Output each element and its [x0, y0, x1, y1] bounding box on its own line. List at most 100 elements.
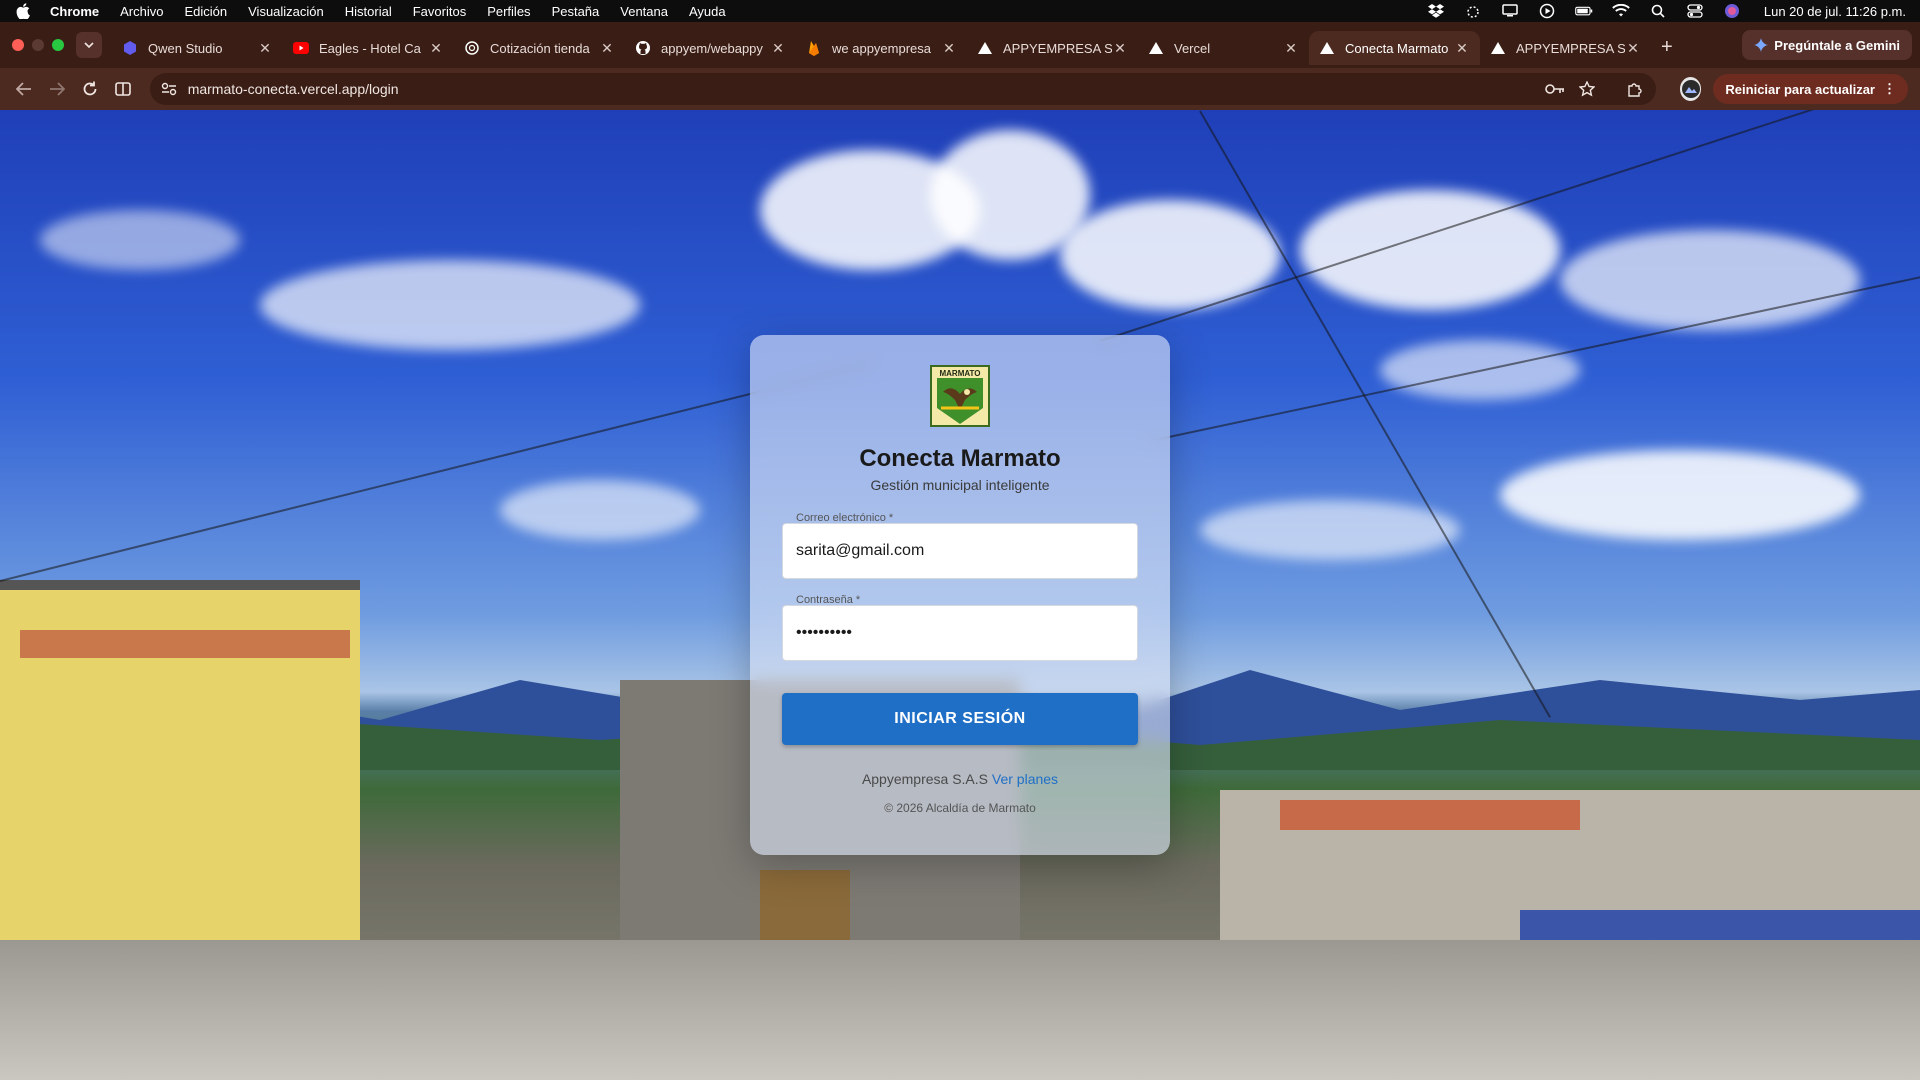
github-icon — [635, 40, 651, 56]
play-icon[interactable] — [1538, 3, 1556, 19]
battery-icon[interactable] — [1575, 4, 1593, 18]
forward-button[interactable] — [45, 75, 70, 103]
siri-icon[interactable] — [1723, 4, 1741, 18]
more-vertical-icon: ⋮ — [1883, 81, 1896, 96]
ask-gemini-button[interactable]: Pregúntale a Gemini — [1742, 30, 1912, 60]
menu-ayuda[interactable]: Ayuda — [689, 4, 726, 19]
close-icon[interactable]: ✕ — [770, 40, 786, 57]
password-key-icon[interactable] — [1544, 78, 1566, 100]
menu-archivo[interactable]: Archivo — [120, 4, 163, 19]
tab-cotizacion-tienda[interactable]: Cotización tienda ✕ — [454, 31, 625, 65]
tab-title: Conecta Marmato — [1345, 40, 1449, 56]
tab-title: APPYEMPRESA S — [1516, 40, 1625, 56]
apple-icon[interactable] — [14, 2, 32, 20]
tab-title: APPYEMPRESA S — [1003, 40, 1112, 56]
password-field: Contraseña * •••••••••• — [782, 594, 1138, 661]
menu-perfiles[interactable]: Perfiles — [487, 4, 530, 19]
vercel-icon — [1490, 40, 1506, 56]
marmato-logo: MARMATO — [930, 365, 990, 427]
qwen-icon — [122, 40, 138, 56]
address-bar[interactable]: marmato-conecta.vercel.app/login — [149, 73, 1657, 105]
dropbox-icon[interactable] — [1427, 4, 1445, 18]
arrow-left-icon — [16, 82, 32, 96]
macos-menubar: Chrome Archivo Edición Visualización His… — [0, 0, 1920, 22]
password-label: Contraseña * — [796, 594, 861, 606]
side-panel-button[interactable] — [111, 75, 136, 103]
tab-title: appyem/webappy — [661, 40, 763, 56]
close-icon[interactable]: ✕ — [1625, 40, 1641, 57]
menubar-clock[interactable]: Lun 20 de jul. 11:26 p.m. — [1764, 4, 1906, 19]
close-icon[interactable]: ✕ — [599, 40, 615, 57]
menu-edicion[interactable]: Edición — [184, 4, 227, 19]
spotlight-search-icon[interactable] — [1649, 4, 1667, 18]
ask-gemini-label: Pregúntale a Gemini — [1774, 37, 1900, 53]
view-plans-link[interactable]: Ver planes — [992, 771, 1058, 787]
close-icon[interactable]: ✕ — [428, 40, 444, 57]
window-controls — [12, 39, 64, 51]
profile-avatar[interactable] — [1680, 77, 1702, 101]
menu-app-name[interactable]: Chrome — [50, 4, 99, 19]
arrow-right-icon — [50, 82, 66, 96]
bookmark-star-icon[interactable] — [1576, 78, 1598, 100]
extensions-puzzle-icon[interactable] — [1624, 78, 1646, 100]
minimize-window-button[interactable] — [32, 39, 44, 51]
restart-to-update-button[interactable]: Reiniciar para actualizar ⋮ — [1713, 74, 1908, 104]
tab-title: Cotización tienda — [490, 40, 590, 56]
tab-title: Qwen Studio — [148, 40, 223, 56]
tab-appyempresa-1[interactable]: APPYEMPRESA S ✕ — [967, 31, 1138, 65]
menu-historial[interactable]: Historial — [345, 4, 392, 19]
close-icon[interactable]: ✕ — [941, 40, 957, 57]
tab-vercel[interactable]: Vercel ✕ — [1138, 31, 1309, 65]
email-field: Correo electrónico * sarita@gmail.com — [782, 512, 1138, 579]
close-icon[interactable]: ✕ — [1283, 40, 1299, 57]
password-input[interactable]: •••••••••• — [782, 605, 1138, 661]
site-info-icon[interactable] — [160, 80, 178, 98]
tab-eagles-hotel[interactable]: Eagles - Hotel Ca ✕ — [283, 31, 454, 65]
menu-pestana[interactable]: Pestaña — [552, 4, 600, 19]
login-subtitle: Gestión municipal inteligente — [870, 477, 1050, 493]
control-center-icon[interactable] — [1686, 4, 1704, 18]
zoom-window-button[interactable] — [52, 39, 64, 51]
tab-qwen-studio[interactable]: Qwen Studio ✕ — [112, 31, 283, 65]
company-name: Appyempresa S.A.S — [861, 771, 988, 787]
menu-favoritos[interactable]: Favoritos — [413, 4, 466, 19]
back-button[interactable] — [12, 75, 37, 103]
restart-to-update-label: Reiniciar para actualizar — [1725, 81, 1875, 97]
profile-avatar-icon — [1681, 80, 1700, 98]
logo-text: MARMATO — [939, 369, 981, 378]
close-icon[interactable]: ✕ — [1454, 40, 1470, 57]
wifi-icon[interactable] — [1612, 4, 1630, 18]
tab-title: Vercel — [1174, 40, 1211, 56]
menu-visualizacion[interactable]: Visualización — [248, 4, 324, 19]
company-footer: Appyempresa S.A.S Ver planes — [862, 771, 1058, 787]
split-view-icon — [115, 82, 132, 96]
menu-ventana[interactable]: Ventana — [620, 4, 668, 19]
display-icon[interactable] — [1501, 4, 1519, 18]
close-window-button[interactable] — [12, 39, 24, 51]
email-input[interactable]: sarita@gmail.com — [782, 523, 1138, 579]
tab-firebase-appyempresa[interactable]: we appyempresa ✕ — [796, 31, 967, 65]
chevron-down-icon — [84, 41, 94, 48]
tab-github-appyem[interactable]: appyem/webappy ✕ — [625, 31, 796, 65]
login-submit-button[interactable]: INICIAR SESIÓN — [782, 693, 1138, 745]
tab-conecta-marmato[interactable]: Conecta Marmato ✕ — [1309, 31, 1480, 65]
login-page: MARMATO Conecta Marmato Gestión municipa… — [0, 110, 1920, 1080]
tab-appyempresa-2[interactable]: APPYEMPRESA S ✕ — [1480, 31, 1651, 65]
tab-search-button[interactable] — [76, 32, 102, 58]
vercel-icon — [1319, 40, 1335, 56]
tab-title: we appyempresa — [832, 40, 931, 56]
new-tab-button[interactable]: + — [1661, 36, 1673, 59]
status-icons: Lun 20 de jul. 11:26 p.m. — [1427, 4, 1906, 19]
vercel-icon — [977, 40, 993, 56]
browser-tabstrip: Qwen Studio ✕ Eagles - Hotel Ca ✕ Cotiza… — [0, 22, 1920, 68]
reload-button[interactable] — [78, 75, 103, 103]
login-card: MARMATO Conecta Marmato Gestión municipa… — [750, 335, 1170, 855]
close-icon[interactable]: ✕ — [257, 40, 273, 57]
eagle-emblem-icon — [937, 378, 983, 424]
browser-toolbar: marmato-conecta.vercel.app/login Reinici… — [0, 68, 1920, 110]
timer-icon[interactable] — [1464, 4, 1482, 18]
address-url[interactable]: marmato-conecta.vercel.app/login — [188, 81, 1534, 97]
login-title: Conecta Marmato — [859, 445, 1061, 472]
close-icon[interactable]: ✕ — [1112, 40, 1128, 57]
youtube-icon — [293, 40, 309, 56]
